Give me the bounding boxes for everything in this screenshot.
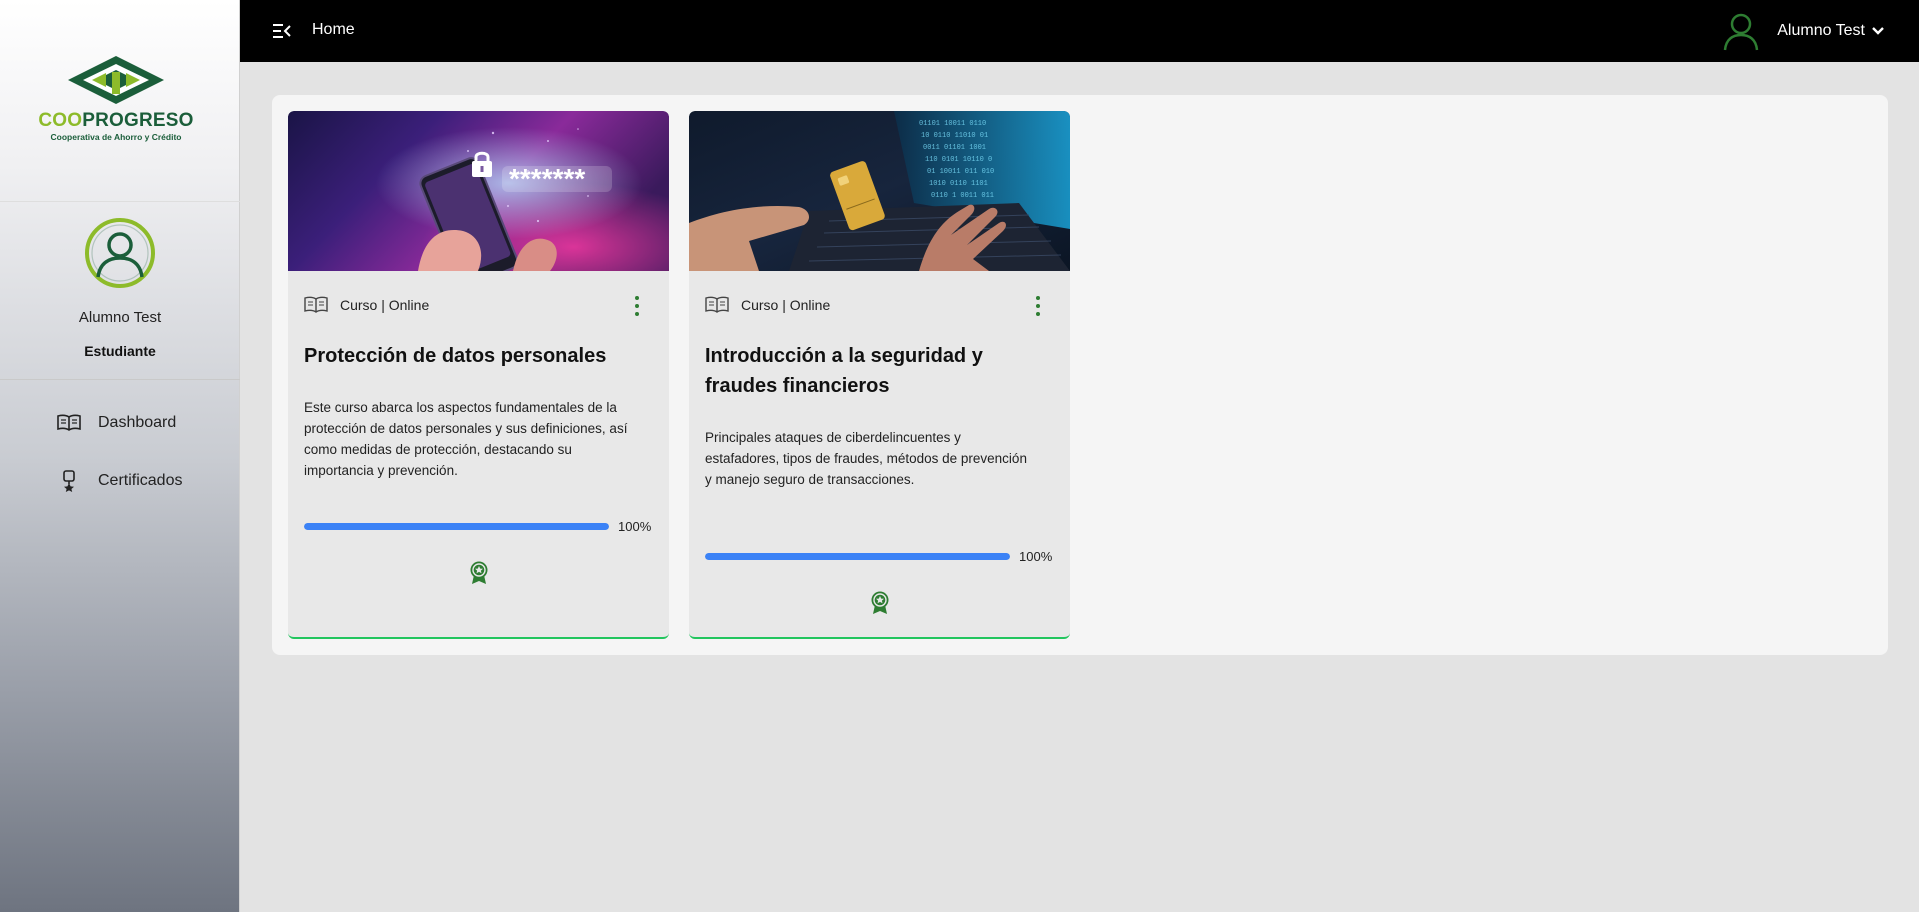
course-type: Curso | Online bbox=[741, 297, 831, 313]
user-icon bbox=[1724, 13, 1759, 51]
progress-label: 100% bbox=[1019, 549, 1053, 564]
image-password-text: ******* bbox=[509, 163, 585, 194]
progress-fill bbox=[304, 523, 609, 530]
more-options-icon[interactable] bbox=[633, 296, 641, 316]
svg-text:01101 10011 0110: 01101 10011 0110 bbox=[919, 120, 986, 128]
book-open-icon bbox=[56, 412, 82, 434]
chevron-down-icon bbox=[1872, 27, 1884, 35]
certificate-medal-icon[interactable] bbox=[870, 591, 890, 615]
course-description: Este curso abarca los aspectos fundament… bbox=[304, 400, 628, 478]
svg-text:0011 01101 1001: 0011 01101 1001 bbox=[923, 144, 986, 152]
courses-panel: ******* Curso | Online Protección de dat… bbox=[272, 95, 1888, 655]
course-meta: Curso | Online bbox=[705, 295, 830, 315]
course-card[interactable]: ******* Curso | Online Protección de dat… bbox=[288, 111, 669, 639]
sidebar-user-role: Estudiante bbox=[84, 343, 156, 359]
progress-label: 100% bbox=[618, 519, 652, 534]
cooprogreso-logo: COOPROGRESO Cooperativa de Ahorro y Créd… bbox=[36, 54, 196, 146]
user-name: Alumno Test bbox=[1777, 22, 1865, 39]
course-image: ******* bbox=[288, 111, 669, 271]
award-ribbon-icon bbox=[56, 470, 82, 492]
certificate-medal-icon[interactable] bbox=[469, 561, 489, 585]
sidebar-item-label: Dashboard bbox=[98, 414, 177, 431]
sidebar-divider bbox=[0, 201, 240, 202]
more-options-icon[interactable] bbox=[1034, 296, 1042, 316]
course-title: Protección de datos personales bbox=[304, 345, 607, 367]
svg-text:110 0101 10110 0: 110 0101 10110 0 bbox=[925, 156, 992, 164]
course-title: Introducción a la seguridad y fraudes fi… bbox=[705, 345, 983, 397]
progress-fill bbox=[705, 553, 1010, 560]
progress-bar bbox=[304, 523, 609, 530]
menu-collapse-icon[interactable] bbox=[272, 21, 292, 41]
sidebar-item-dashboard[interactable]: Dashboard bbox=[56, 408, 176, 438]
user-avatar-icon bbox=[85, 218, 155, 288]
logo-mark-icon bbox=[68, 56, 164, 104]
sidebar: COOPROGRESO Cooperativa de Ahorro y Créd… bbox=[0, 0, 240, 912]
progress-bar bbox=[705, 553, 1010, 560]
svg-text:10 0110 11010 01: 10 0110 11010 01 bbox=[921, 132, 988, 140]
svg-text:1010 0110 1101: 1010 0110 1101 bbox=[929, 180, 988, 188]
page-title: Home bbox=[312, 21, 355, 38]
course-card[interactable]: 01101 10011 0110 10 0110 11010 01 0011 0… bbox=[689, 111, 1070, 639]
logo-subtitle: Cooperativa de Ahorro y Crédito bbox=[50, 132, 182, 142]
sidebar-divider bbox=[0, 379, 240, 380]
svg-text:0110 1 0011 011: 0110 1 0011 011 bbox=[931, 192, 994, 200]
sidebar-item-label: Certificados bbox=[98, 472, 183, 489]
book-open-icon bbox=[304, 296, 328, 313]
course-type: Curso | Online bbox=[340, 297, 430, 313]
course-meta: Curso | Online bbox=[304, 295, 429, 315]
logo-wordmark: COOPROGRESO bbox=[38, 110, 194, 131]
book-open-icon bbox=[705, 296, 729, 313]
user-menu[interactable]: Alumno Test bbox=[1723, 10, 1885, 52]
sidebar-item-certificados[interactable]: Certificados bbox=[56, 466, 182, 496]
course-image: 01101 10011 0110 10 0110 11010 01 0011 0… bbox=[689, 111, 1070, 271]
sidebar-user-name: Alumno Test bbox=[78, 309, 162, 326]
course-description: Principales ataques de ciberdelincuentes… bbox=[705, 430, 1027, 487]
top-bar: Home Alumno Test bbox=[240, 0, 1919, 62]
svg-text:01 10011 011 010: 01 10011 011 010 bbox=[927, 168, 994, 176]
